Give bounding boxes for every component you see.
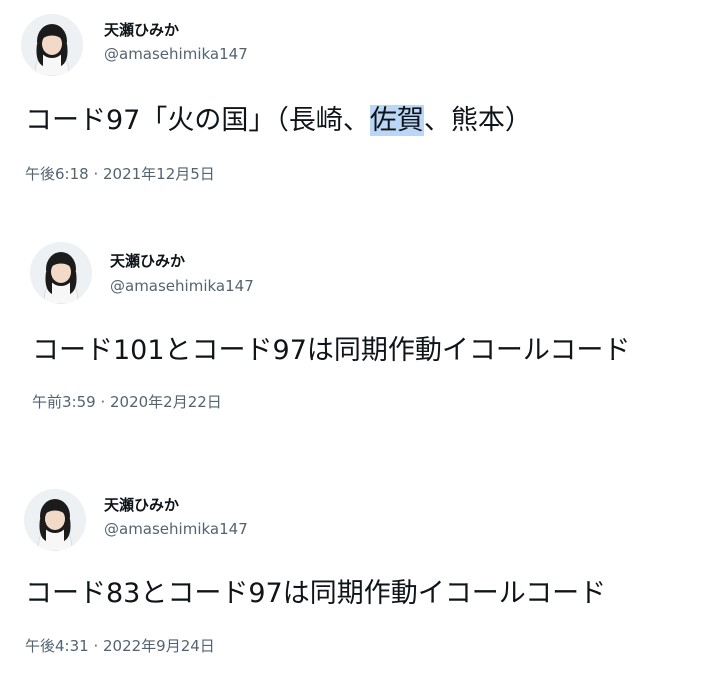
tweet-text: コード97「火の国」（長崎、佐賀、熊本） [25, 98, 532, 137]
handle[interactable]: @amasehimika147 [110, 277, 254, 295]
tweet-text: コード83とコード97は同期作動イコールコード [25, 578, 607, 609]
tweet-text-part: コード97「火の国」（長崎、 [25, 105, 370, 136]
profile-photo-icon [24, 489, 86, 551]
handle[interactable]: @amasehimika147 [104, 520, 248, 538]
profile-photo-icon [30, 242, 92, 304]
display-name[interactable]: 天瀬ひみか [104, 19, 179, 40]
handle[interactable]: @amasehimika147 [104, 45, 248, 63]
selected-text: 佐賀 [369, 105, 424, 136]
timestamp[interactable]: 午前3:59 · 2020年2月22日 [32, 391, 222, 412]
timestamp[interactable]: 午後4:31 · 2022年9月24日 [25, 635, 215, 656]
profile-photo-icon [21, 14, 83, 76]
display-name[interactable]: 天瀬ひみか [110, 250, 185, 271]
avatar[interactable] [24, 489, 86, 551]
tweet-text-part: 、熊本） [423, 105, 532, 136]
tweet-text: コード101とコード97は同期作動イコールコード [32, 335, 631, 366]
avatar[interactable] [21, 14, 83, 76]
timestamp[interactable]: 午後6:18 · 2021年12月5日 [25, 163, 215, 184]
avatar[interactable] [30, 242, 92, 304]
display-name[interactable]: 天瀬ひみか [104, 494, 179, 515]
